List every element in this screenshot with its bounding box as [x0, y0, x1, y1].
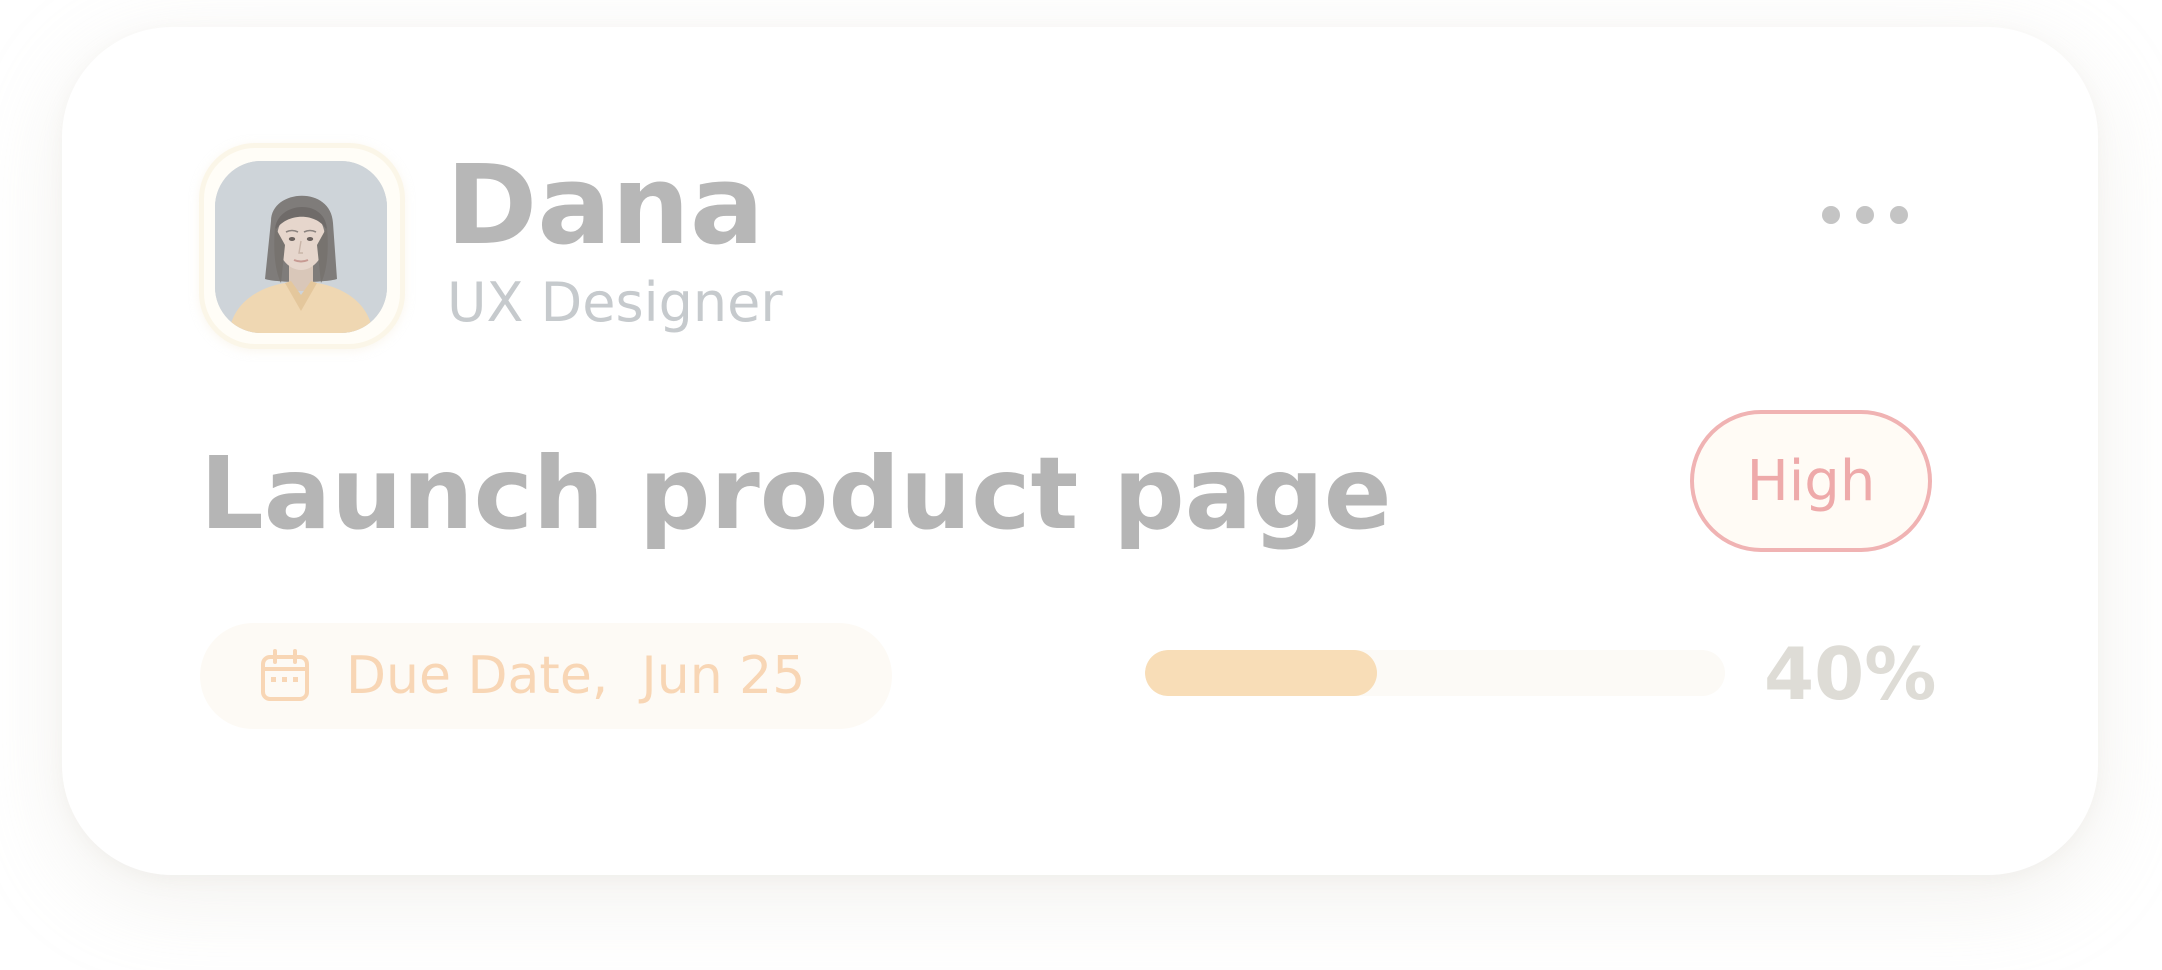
more-horizontal-icon-dot — [1890, 206, 1908, 224]
more-horizontal-icon-dot — [1856, 206, 1874, 224]
more-options-button[interactable] — [1822, 193, 1908, 237]
more-horizontal-icon-dot — [1822, 206, 1840, 224]
user-role: UX Designer — [447, 271, 783, 334]
priority-badge[interactable]: High — [1690, 410, 1932, 552]
due-date-chip[interactable]: Due Date, Jun 25 — [200, 623, 892, 729]
user-name: Dana — [446, 141, 765, 269]
due-date-text: Due Date, Jun 25 — [346, 646, 806, 706]
avatar-image — [215, 161, 387, 333]
progress-bar — [1145, 650, 1725, 696]
task-title: Launch product page — [200, 435, 1392, 552]
progress-percentage: 40% — [1764, 632, 1937, 716]
avatar[interactable] — [215, 161, 387, 333]
calendar-icon — [261, 649, 309, 701]
progress-fill — [1145, 650, 1377, 696]
